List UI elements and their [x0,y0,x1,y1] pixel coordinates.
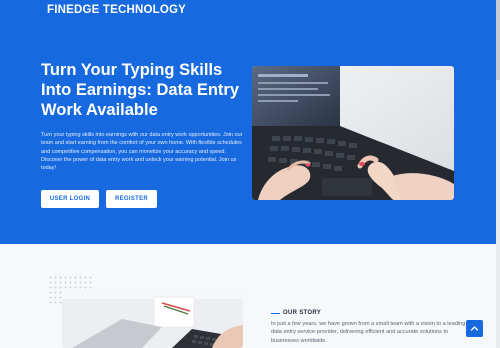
story-image-desk [62,289,243,348]
register-button[interactable]: REGISTER [106,190,157,208]
hero-description: Turn your typing skills into earnings wi… [41,132,243,172]
back-to-top-button[interactable] [466,320,483,337]
brand-logo[interactable]: FINEDGE TECHNOLOGY [47,4,186,16]
page-scrollbar[interactable] [496,0,500,348]
story-text: In just a few years, we have grown from … [271,321,466,344]
scrollbar-thumb[interactable] [496,0,500,80]
story-label-text: OUR STORY [283,310,322,316]
hero-title: Turn Your Typing Skills Into Earnings: D… [41,61,240,119]
chevron-up-icon [470,326,479,331]
user-login-button[interactable]: USER LOGIN [41,190,99,208]
hero-image-typing [252,66,454,200]
story-label: OUR STORY [271,310,321,316]
